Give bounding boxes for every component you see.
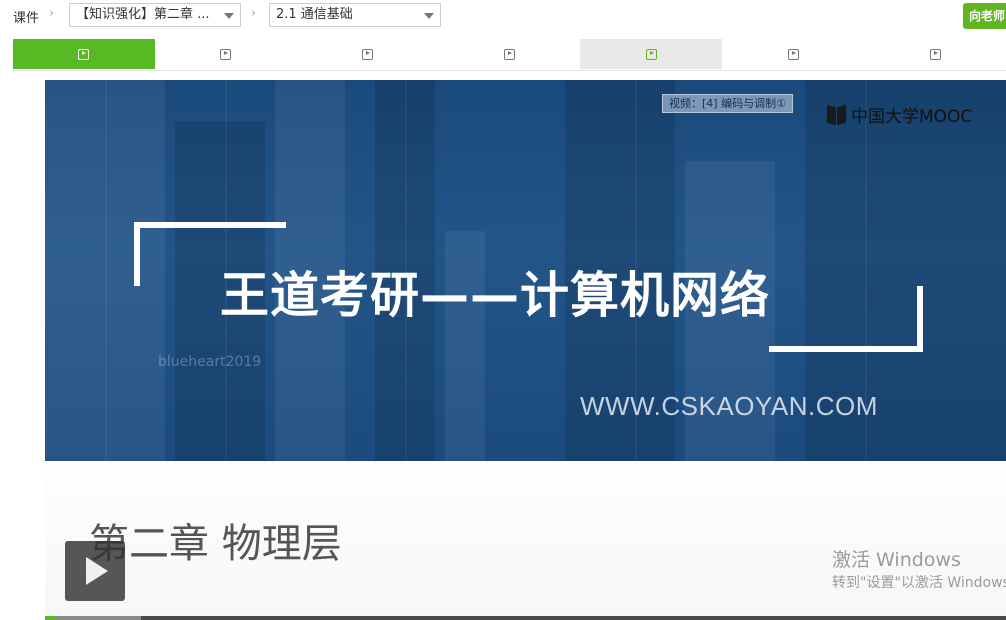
video-icon [929,48,941,60]
unit-tab[interactable] [13,39,155,69]
windows-activation-title: 激活 Windows [832,549,961,571]
slide-website: WWW.CSKAOYAN.COM [580,391,878,421]
video-icon [362,48,374,60]
progress-buffered [45,616,142,620]
unit-tab[interactable] [580,39,723,69]
chevron-down-icon [424,13,434,19]
progress-bar[interactable] [45,616,1006,620]
unit-tabs [13,39,1006,71]
unit-tab[interactable] [864,39,1006,69]
chapter-select-value: 【知识强化】第二章 ... [76,7,210,22]
chevron-right-icon: › [251,6,257,21]
decorative-bracket [769,286,923,352]
unit-tab[interactable] [296,39,439,69]
video-title-tag: 视频：[4] 编码与调制① [662,94,793,113]
video-icon [504,48,515,60]
video-icon [787,48,799,60]
mooc-logo: 中国大学MOOC [827,102,972,127]
ask-teacher-button[interactable]: 向老师 [963,3,1006,29]
video-icon [220,48,232,60]
unit-tab[interactable] [154,39,297,69]
top-bar: 课件 › 【知识强化】第二章 ... › 2.1 通信基础 向老师 [0,0,1006,34]
video-player[interactable]: 视频：[4] 编码与调制① 中国大学MOOC 王道考研——计算机网络 blueh… [45,80,1006,620]
unit-tab[interactable] [438,39,581,69]
progress-played [45,616,55,620]
video-icon [78,48,90,60]
slide-title: 王道考研——计算机网络 [220,267,771,324]
slide-banner: 视频：[4] 编码与调制① 中国大学MOOC 王道考研——计算机网络 blueh… [45,80,1006,461]
play-button[interactable] [65,541,125,601]
breadcrumb-root[interactable]: 课件 [13,7,39,26]
lesson-select[interactable]: 2.1 通信基础 [269,3,441,27]
mooc-logo-icon [827,104,847,125]
chevron-right-icon: › [49,6,55,21]
unit-tab[interactable] [722,39,865,69]
lesson-select-value: 2.1 通信基础 [276,7,353,22]
video-icon [645,48,657,60]
uploader-watermark: blueheart2019 [158,354,262,370]
slide-chapter: 第二章 物理层 [89,521,342,567]
mooc-logo-text: 中国大学MOOC [851,107,973,127]
slide-body: 第二章 物理层 激活 Windows 转到"设置"以激活 Windows。 [45,461,1006,620]
chapter-select[interactable]: 【知识强化】第二章 ... [69,3,241,27]
chevron-down-icon [224,13,234,19]
windows-activation-hint: 转到"设置"以激活 Windows。 [832,575,1006,591]
